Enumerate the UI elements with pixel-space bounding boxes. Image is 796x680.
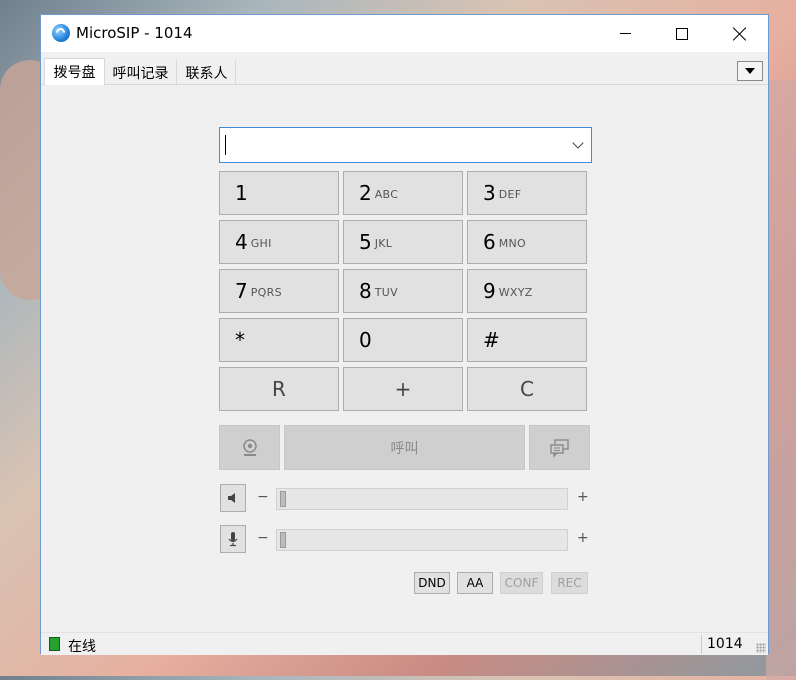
maximize-icon (676, 27, 688, 40)
plus-button[interactable]: + (343, 367, 463, 411)
speaker-icon (228, 493, 235, 503)
key-6[interactable]: 6 MNO (467, 220, 587, 264)
tab-call-history[interactable]: 呼叫记录 (105, 60, 177, 85)
key-digit: * (235, 328, 245, 352)
key-digit: 2 (359, 181, 372, 205)
call-button-label: 呼叫 (390, 440, 419, 457)
key-letters: DEF (498, 187, 522, 201)
message-button[interactable] (529, 425, 590, 470)
speaker-plus-label: + (577, 489, 589, 505)
status-text[interactable]: 在线 (68, 636, 96, 656)
microphone-minus-label: − (257, 530, 269, 546)
microphone-plus-label: + (577, 530, 589, 546)
key-letters: JKL (374, 236, 393, 250)
key-digit: 9 (483, 279, 496, 303)
key-7[interactable]: 7 PQRS (219, 269, 339, 313)
key-digit: 0 (359, 328, 372, 352)
chat-bubbles-icon (549, 438, 569, 458)
key-letters: WXYZ (498, 285, 533, 299)
key-digit: 6 (483, 230, 496, 254)
slider-thumb[interactable] (280, 532, 286, 548)
key-9[interactable]: 9 WXYZ (467, 269, 587, 313)
chevron-down-icon[interactable] (572, 137, 584, 149)
speaker-minus-label: − (257, 489, 269, 505)
microsip-app-icon (52, 24, 70, 42)
conference-button[interactable]: CONF (500, 572, 543, 594)
online-status-icon[interactable] (49, 637, 60, 651)
microphone-mute-button[interactable] (220, 525, 246, 553)
call-button[interactable]: 呼叫 (284, 425, 525, 470)
microsip-window: MicroSIP - 1014 拨号盘 呼叫记录 联系人 1 2 ABC 3 D… (40, 14, 769, 655)
record-button[interactable]: REC (551, 572, 588, 594)
key-8[interactable]: 8 TUV (343, 269, 463, 313)
key-label: C (520, 377, 534, 401)
microphone-volume-slider[interactable] (276, 529, 568, 551)
dropdown-arrow-icon (745, 68, 755, 74)
minimize-button[interactable] (596, 15, 654, 52)
key-letters: MNO (498, 236, 527, 250)
key-label: R (272, 377, 286, 401)
text-caret (225, 135, 226, 155)
minimize-icon (619, 33, 631, 34)
key-star[interactable]: * (219, 318, 339, 362)
close-button[interactable] (711, 15, 769, 52)
maximize-button[interactable] (653, 15, 711, 52)
window-title: MicroSIP - 1014 (76, 24, 193, 42)
microphone-icon (228, 532, 238, 547)
key-digit: 7 (235, 279, 248, 303)
auto-answer-button[interactable]: AA (457, 572, 493, 594)
key-digit: 8 (359, 279, 372, 303)
tab-dialpad[interactable]: 拨号盘 (44, 58, 105, 85)
clear-button[interactable]: C (467, 367, 587, 411)
key-digit: 3 (483, 181, 496, 205)
key-5[interactable]: 5 JKL (343, 220, 463, 264)
key-1[interactable]: 1 (219, 171, 339, 215)
key-0[interactable]: 0 (343, 318, 463, 362)
video-call-button[interactable] (219, 425, 280, 470)
key-letters: ABC (374, 187, 399, 201)
slider-thumb[interactable] (280, 491, 286, 507)
redial-r-button[interactable]: R (219, 367, 339, 411)
key-letters: GHI (250, 236, 272, 250)
speaker-mute-button[interactable] (220, 484, 246, 512)
key-digit: 5 (359, 230, 372, 254)
resize-grip-icon[interactable] (756, 643, 766, 653)
dial-number-input[interactable] (219, 127, 592, 163)
account-number: 1014 (707, 636, 743, 652)
close-icon (733, 27, 747, 41)
tab-bar: 拨号盘 呼叫记录 联系人 (41, 52, 768, 85)
key-digit: # (483, 328, 500, 352)
tab-contacts[interactable]: 联系人 (178, 60, 236, 85)
webcam-icon (242, 438, 257, 456)
key-2[interactable]: 2 ABC (343, 171, 463, 215)
desktop-background-shape (766, 80, 796, 680)
key-4[interactable]: 4 GHI (219, 220, 339, 264)
main-menu-button[interactable] (737, 61, 763, 81)
speaker-volume-slider[interactable] (276, 488, 568, 510)
title-bar[interactable]: MicroSIP - 1014 (41, 15, 768, 52)
status-divider (701, 635, 702, 654)
key-digit: 1 (235, 181, 248, 205)
key-3[interactable]: 3 DEF (467, 171, 587, 215)
key-digit: 4 (235, 230, 248, 254)
key-letters: TUV (374, 285, 398, 299)
dnd-button[interactable]: DND (414, 572, 450, 594)
status-bar: 在线 1014 (41, 632, 768, 655)
key-hash[interactable]: # (467, 318, 587, 362)
key-letters: PQRS (250, 285, 282, 299)
key-label: + (394, 377, 412, 401)
